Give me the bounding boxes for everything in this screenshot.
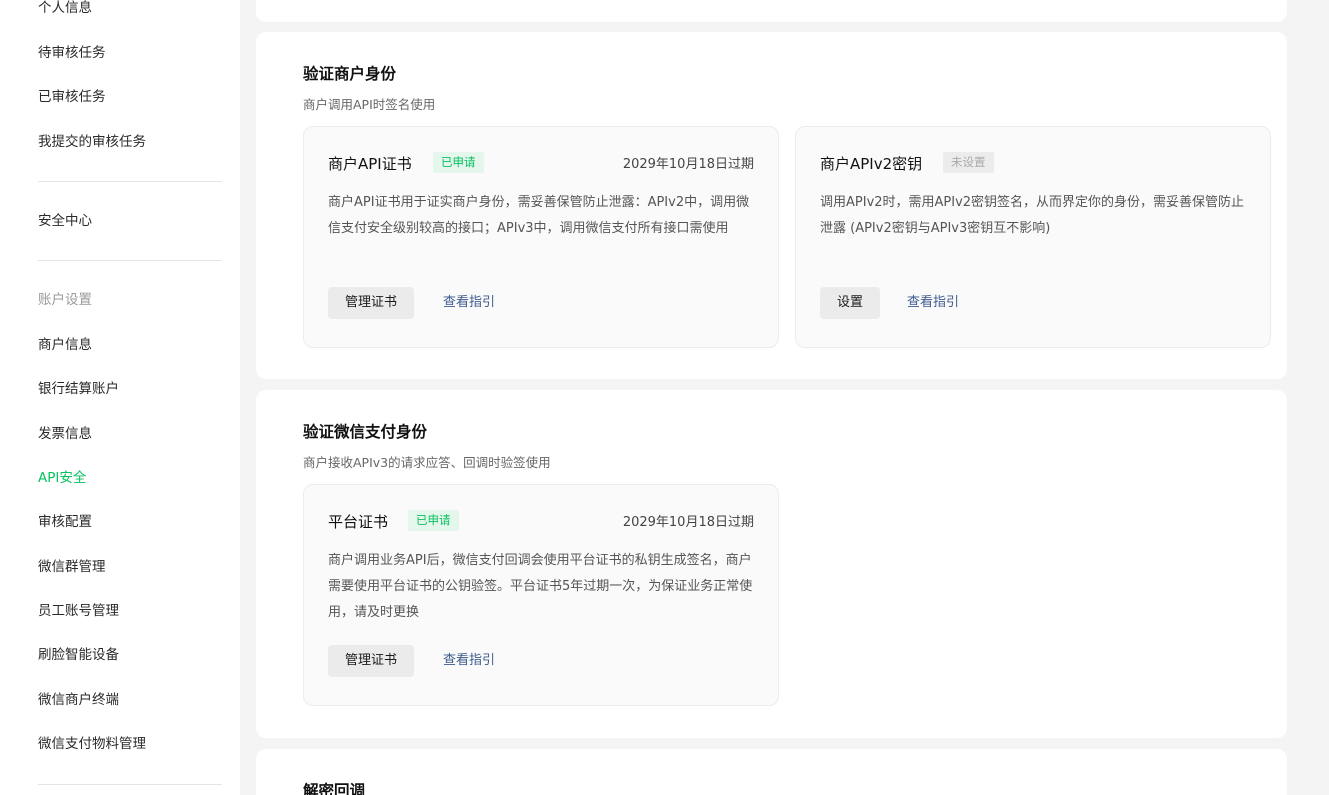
sidebar-item-merchant-info[interactable]: 商户信息 [38, 336, 92, 354]
view-guide-link[interactable]: 查看指引 [443, 287, 495, 319]
sidebar-divider [38, 260, 222, 261]
card-description: 商户API证书用于证实商户身份，需妥善保管防止泄露：APIv2中，调用微信支付安… [328, 195, 750, 236]
sidebar-item-my-submitted-reviews[interactable]: 我提交的审核任务 [38, 133, 146, 151]
set-key-button[interactable]: 设置 [820, 287, 881, 319]
section-title: 验证微信支付身份 [303, 423, 428, 441]
sidebar-item-bank-settlement[interactable]: 银行结算账户 [38, 380, 119, 398]
status-badge: 未设置 [943, 152, 994, 173]
sidebar-item-merchant-terminal[interactable]: 微信商户终端 [38, 691, 119, 709]
view-guide-link[interactable]: 查看指引 [907, 287, 959, 319]
sidebar-item-wechat-group[interactable]: 微信群管理 [38, 558, 106, 576]
sidebar-item-api-security[interactable]: API安全 [38, 469, 86, 487]
sidebar-item-invoice-info[interactable]: 发票信息 [38, 425, 92, 443]
section-verify-wechatpay: 验证微信支付身份 商户接收APIv3的请求应答、回调时验签使用 平台证书 已申请… [256, 390, 1287, 738]
sidebar-item-pending-review[interactable]: 待审核任务 [38, 44, 106, 62]
card-description: 商户调用业务API后，微信支付回调会使用平台证书的私钥生成签名，商户需要使用平台… [328, 553, 753, 620]
sidebar-item-materials[interactable]: 微信支付物料管理 [38, 735, 146, 753]
section-subtitle: 商户调用API时签名使用 [303, 97, 436, 112]
sidebar-item-face-devices[interactable]: 刷脸智能设备 [38, 646, 119, 664]
sidebar-item-staff-accounts[interactable]: 员工账号管理 [38, 602, 119, 620]
sidebar-item-security-center[interactable]: 安全中心 [38, 212, 92, 230]
card-platform-cert: 平台证书 已申请 2029年10月18日过期 商户调用业务API后，微信支付回调… [303, 484, 779, 706]
section-title: 解密回调 [303, 782, 366, 795]
sidebar-divider [38, 181, 222, 182]
manage-cert-button[interactable]: 管理证书 [328, 287, 415, 319]
card-title: 商户API证书 [328, 155, 412, 173]
section-decrypt-callback: 解密回调 [256, 749, 1287, 795]
view-guide-link[interactable]: 查看指引 [443, 645, 495, 677]
status-badge: 已申请 [408, 510, 459, 531]
card-description: 调用APIv2时，需用APIv2密钥签名，从而界定你的身份，需妥善保管防止泄露 … [820, 195, 1245, 236]
card-merchant-api-cert: 商户API证书 已申请 2029年10月18日过期 商户API证书用于证实商户身… [303, 126, 779, 348]
sidebar: 个人信息 待审核任务 已审核任务 我提交的审核任务 安全中心 账户设置 商户信息… [0, 0, 240, 795]
expiry-date: 2029年10月18日过期 [622, 157, 754, 172]
section-subtitle: 商户接收APIv3的请求应答、回调时验签使用 [303, 455, 551, 470]
card-apiv2-key: 商户APIv2密钥 未设置 调用APIv2时，需用APIv2密钥签名，从而界定你… [795, 126, 1271, 348]
panel-previous [256, 0, 1287, 22]
section-verify-merchant: 验证商户身份 商户调用API时签名使用 商户API证书 已申请 2029年10月… [256, 32, 1287, 379]
sidebar-item-personal-info[interactable]: 个人信息 [38, 0, 92, 17]
sidebar-divider [38, 784, 222, 785]
manage-cert-button[interactable]: 管理证书 [328, 645, 415, 677]
status-badge: 已申请 [433, 152, 484, 173]
expiry-date: 2029年10月18日过期 [622, 515, 754, 530]
sidebar-group-account-settings: 账户设置 [38, 292, 92, 308]
card-title: 平台证书 [328, 513, 389, 531]
card-title: 商户APIv2密钥 [820, 155, 923, 173]
sidebar-item-reviewed[interactable]: 已审核任务 [38, 88, 106, 106]
sidebar-item-review-config[interactable]: 审核配置 [38, 513, 92, 531]
section-title: 验证商户身份 [303, 65, 397, 83]
